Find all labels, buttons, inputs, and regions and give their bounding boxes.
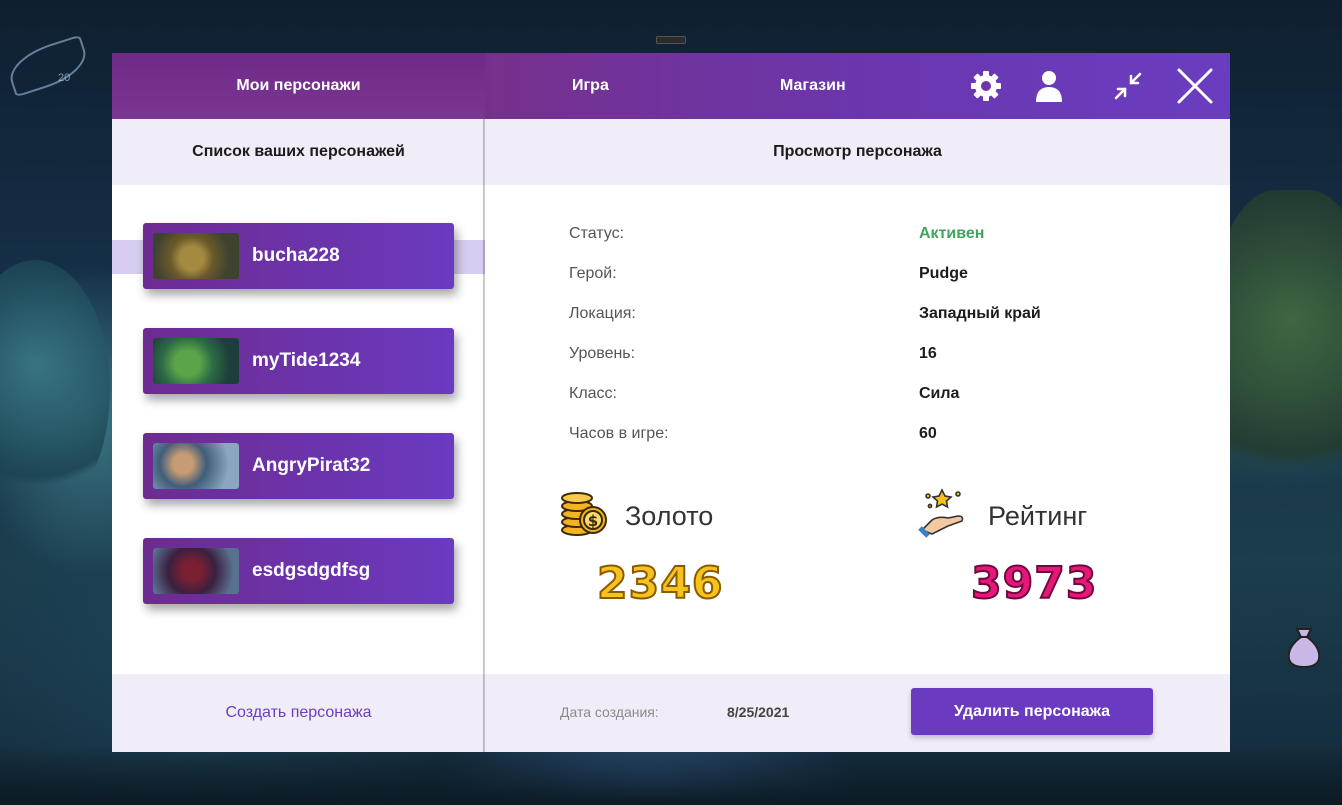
user-icon[interactable] — [1031, 68, 1067, 104]
gear-icon[interactable] — [968, 68, 1004, 104]
hero-value: Pudge — [919, 265, 968, 282]
characters-panel: Мои персонажи Список ваших персонажей bu… — [112, 53, 485, 752]
characters-list: bucha228 myTide1234 AngryPirat32 esdgsdg… — [112, 185, 485, 674]
window-handle[interactable] — [656, 36, 686, 44]
character-item[interactable]: myTide1234 — [143, 328, 454, 394]
creation-date-label: Дата создания: — [560, 704, 659, 720]
info-row-hero: Герой: Pudge — [485, 265, 1230, 289]
hook-decoration-label: 20 — [58, 72, 71, 84]
status-value: Активен — [919, 225, 985, 242]
info-label: Часов в игре: — [569, 425, 669, 442]
character-view-title: Просмотр персонажа — [485, 119, 1230, 185]
background-tree — [1212, 190, 1342, 510]
create-character-button[interactable]: Создать персонажа — [112, 674, 485, 752]
info-label: Статус: — [569, 225, 625, 242]
hook-decoration — [3, 34, 93, 98]
pudge-avatar — [153, 233, 239, 279]
character-item[interactable]: AngryPirat32 — [143, 433, 454, 499]
info-label: Герой: — [569, 265, 617, 282]
tab-game[interactable]: Игра — [572, 53, 609, 119]
character-name: bucha228 — [252, 245, 340, 266]
info-label: Уровень: — [569, 345, 636, 362]
class-value: Сила — [919, 385, 960, 402]
creation-date-value: 8/25/2021 — [727, 704, 790, 720]
info-label: Класс: — [569, 385, 617, 402]
stars-hand-icon — [918, 488, 964, 538]
background-ground — [0, 745, 1342, 805]
money-bag-icon[interactable] — [1285, 625, 1323, 669]
tab-my-characters[interactable]: Мои персонажи — [112, 53, 485, 119]
character-item[interactable]: esdgsdgdfsg — [143, 538, 454, 604]
info-row-class: Класс: Сила — [485, 385, 1230, 409]
level-value: 16 — [919, 345, 937, 362]
kunkka-avatar — [153, 443, 239, 489]
character-name: esdgsdgdfsg — [252, 560, 371, 581]
info-row-status: Статус: Активен — [485, 225, 1230, 249]
coins-icon: $ — [561, 492, 607, 536]
character-item[interactable]: bucha228 — [143, 223, 454, 289]
tidehunter-avatar — [153, 338, 239, 384]
info-row-hours: Часов в игре: 60 — [485, 425, 1230, 449]
character-view-panel: Игра Магазин Просмотр персонажа Статус: … — [485, 53, 1321, 752]
rating-title: Рейтинг — [988, 501, 1088, 531]
close-icon[interactable] — [1175, 66, 1215, 106]
location-value: Западный край — [919, 305, 1041, 322]
gold-value: 2346 — [596, 557, 724, 610]
background-tree — [0, 260, 110, 520]
svg-text:$: $ — [588, 512, 598, 530]
queen-avatar — [153, 548, 239, 594]
delete-character-button[interactable]: Удалить персонажа — [911, 688, 1153, 735]
character-footer: Дата создания: 8/25/2021 Удалить персона… — [485, 674, 1230, 752]
info-row-location: Локация: Западный край — [485, 305, 1230, 329]
gold-title: Золото — [625, 501, 714, 531]
top-nav: Игра Магазин — [485, 53, 1230, 119]
characters-list-title: Список ваших персонажей — [112, 119, 485, 185]
tab-shop[interactable]: Магазин — [780, 53, 846, 119]
info-label: Локация: — [569, 305, 636, 322]
hours-value: 60 — [919, 425, 937, 442]
rating-value: 3973 — [970, 557, 1098, 610]
character-name: myTide1234 — [252, 350, 361, 371]
character-name: AngryPirat32 — [252, 455, 371, 476]
minimize-icon[interactable] — [1110, 68, 1146, 104]
info-row-level: Уровень: 16 — [485, 345, 1230, 369]
app-window: Мои персонажи Список ваших персонажей bu… — [112, 53, 1321, 752]
